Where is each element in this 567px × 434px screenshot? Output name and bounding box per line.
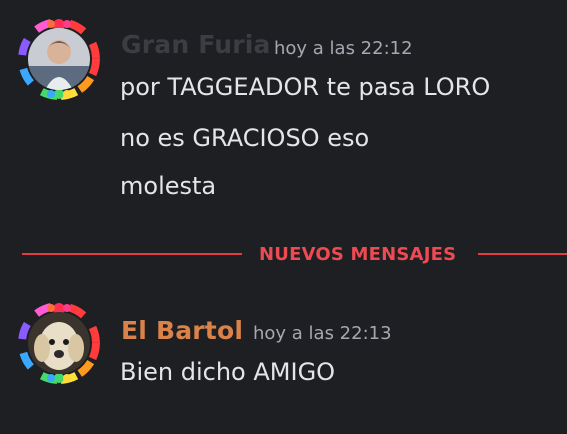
username[interactable]: Gran Furia xyxy=(121,30,271,59)
avatar-person-photo-icon xyxy=(28,28,90,90)
timestamp: hoy a las 22:12 xyxy=(274,38,413,59)
avatar[interactable] xyxy=(14,298,104,388)
message-group-el-bartol: El Bartol hoy a las 22:13 Bien dicho AMI… xyxy=(0,290,567,430)
avatar[interactable] xyxy=(14,14,104,104)
username[interactable]: El Bartol xyxy=(121,316,243,345)
new-messages-divider: NUEVOS MENSAJES xyxy=(22,244,567,265)
timestamp: hoy a las 22:13 xyxy=(253,323,392,344)
divider-line-left xyxy=(22,253,242,255)
message-group-gran-furia: Gran Furia hoy a las 22:12 por TAGGEADOR… xyxy=(0,0,567,230)
message-line: molesta xyxy=(120,172,217,200)
divider-label: NUEVOS MENSAJES xyxy=(259,244,457,265)
avatar-dog-photo-icon xyxy=(28,312,90,374)
message-line: Bien dicho AMIGO xyxy=(120,358,336,386)
message-line: por TAGGEADOR te pasa LORO xyxy=(120,73,491,101)
divider-line-right xyxy=(478,253,567,255)
message-line: no es GRACIOSO eso xyxy=(120,124,370,152)
